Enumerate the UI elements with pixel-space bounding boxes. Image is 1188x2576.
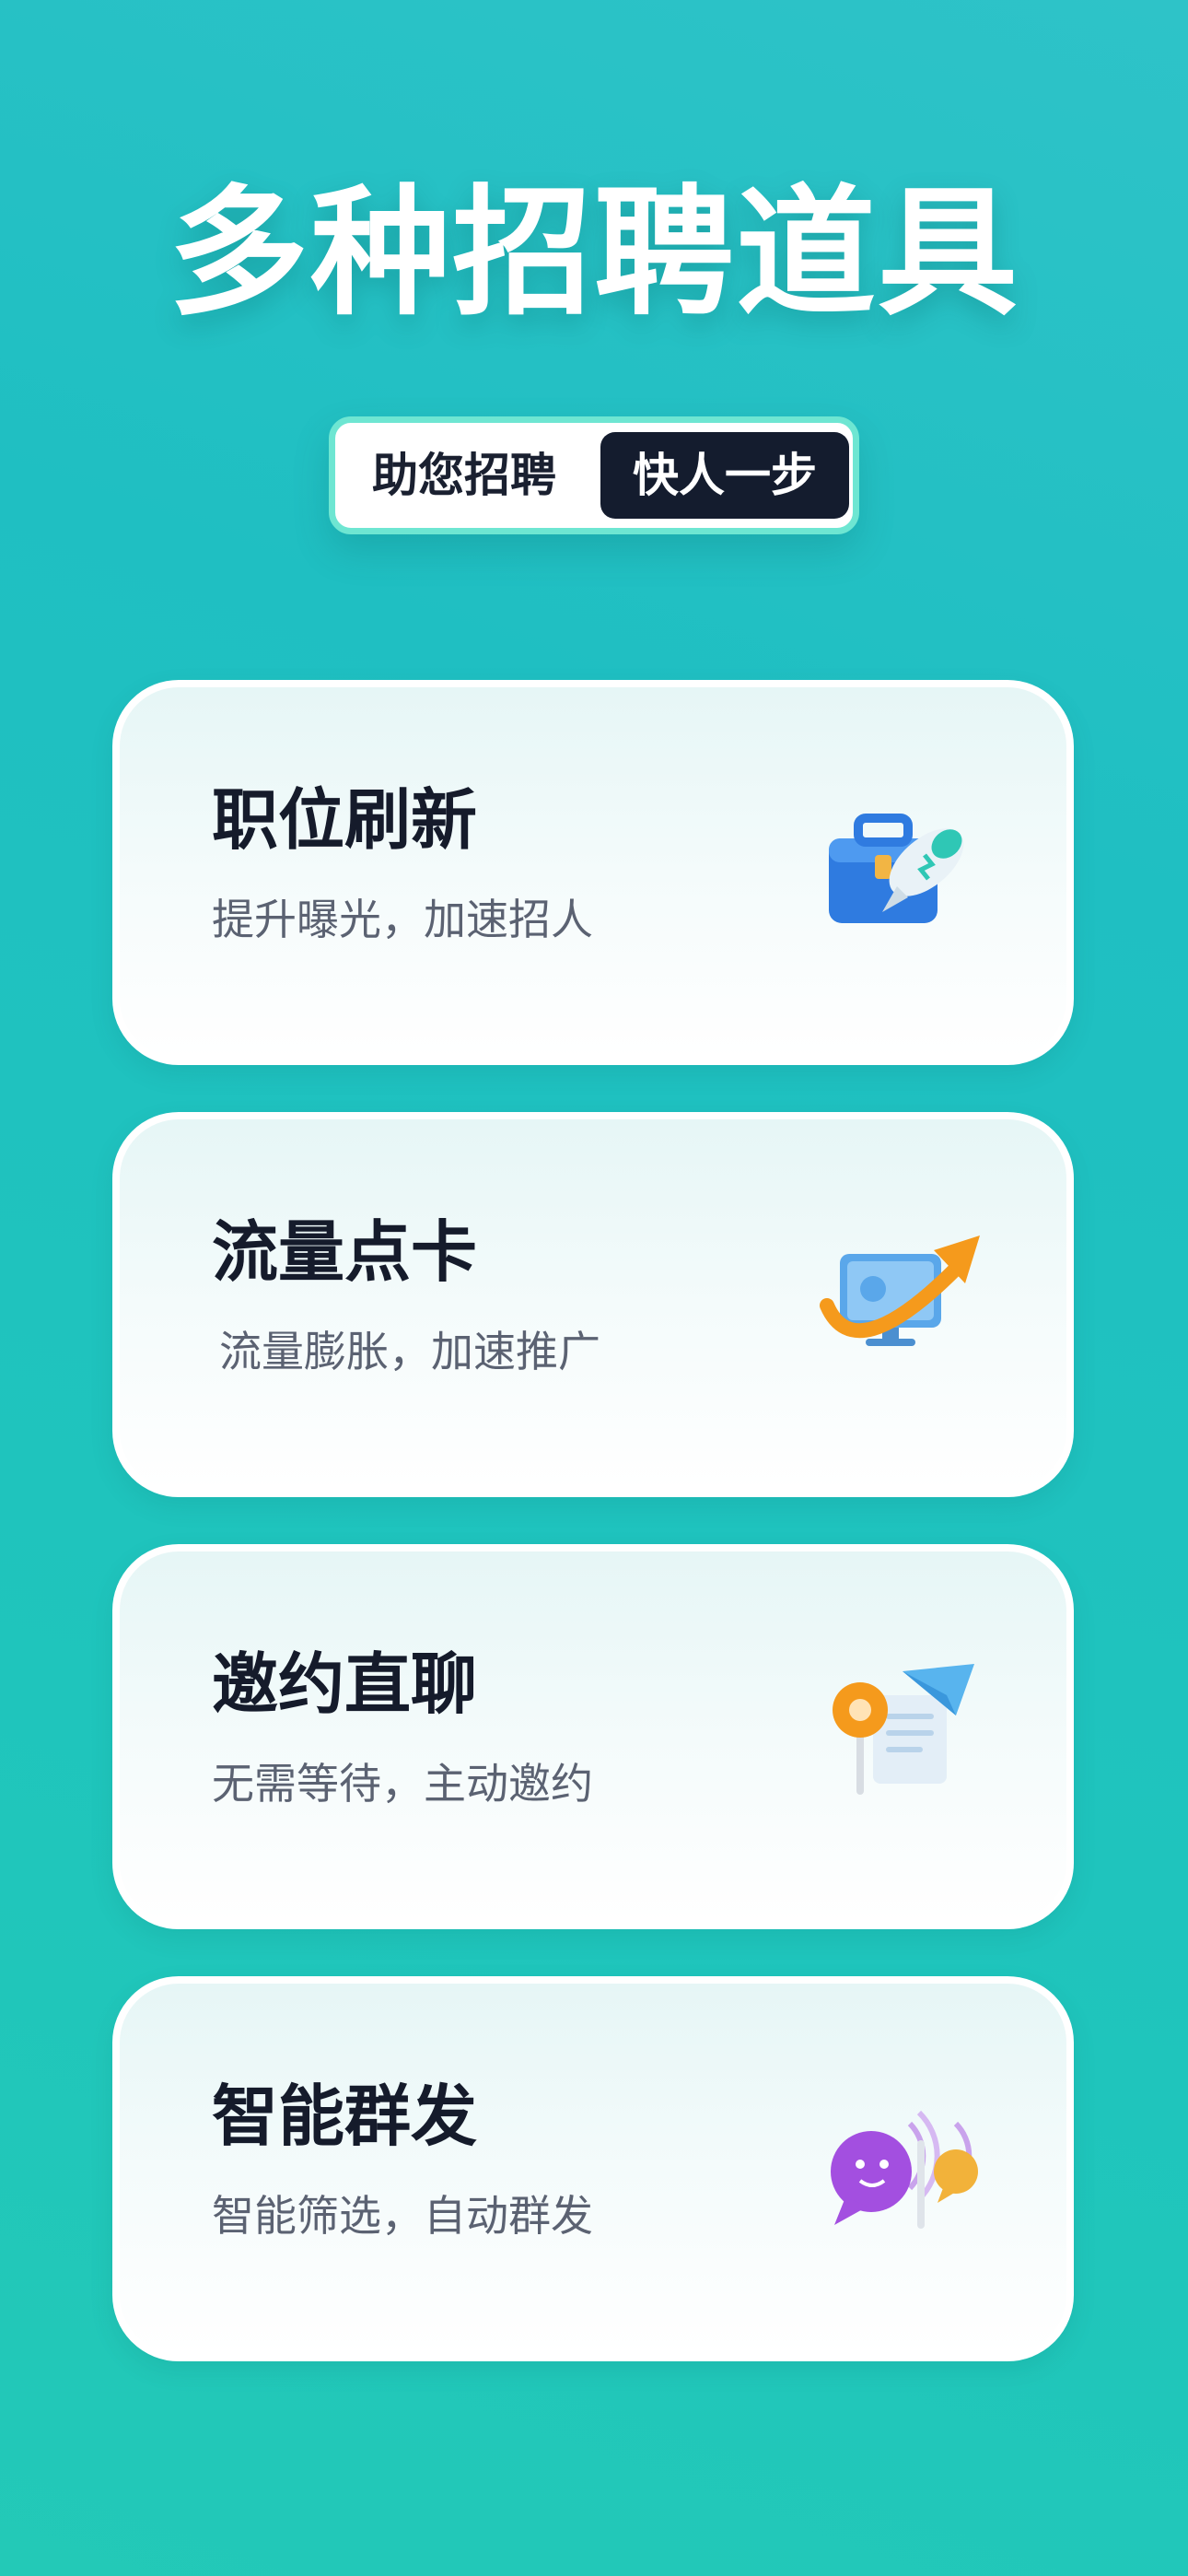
card-traffic-card[interactable]: 流量点卡 流量膨胀，加速推广 [112,1112,1074,1497]
card-title: 职位刷新 [212,781,478,859]
tagline-right: 快人一步 [600,432,849,519]
card-title: 邀约直聊 [212,1645,478,1723]
card-subtitle: 无需等待，主动邀约 [212,1759,593,1809]
card-subtitle: 提升曝光，加速招人 [212,895,593,944]
card-invite-chat[interactable]: 邀约直聊 无需等待，主动邀约 [112,1544,1074,1929]
pin-paper-plane-icon [818,1655,984,1811]
monitor-growth-arrow-icon [818,1223,984,1379]
card-subtitle: 智能筛选，自动群发 [212,2191,593,2241]
card-title: 流量点卡 [212,1213,478,1291]
card-title: 智能群发 [212,2078,478,2155]
page-title: 多种招聘道具 [169,171,1019,334]
card-subtitle: 流量膨胀，加速推广 [219,1327,600,1376]
tagline-left: 助您招聘 [372,449,556,502]
card-smart-broadcast[interactable]: 智能群发 智能筛选，自动群发 [112,1976,1074,2361]
briefcase-rocket-icon [818,790,984,947]
tagline-pill: 助您招聘 快人一步 [329,416,859,534]
card-job-refresh[interactable]: 职位刷新 提升曝光，加速招人 [112,680,1074,1065]
chat-bubbles-broadcast-icon [818,2087,984,2243]
